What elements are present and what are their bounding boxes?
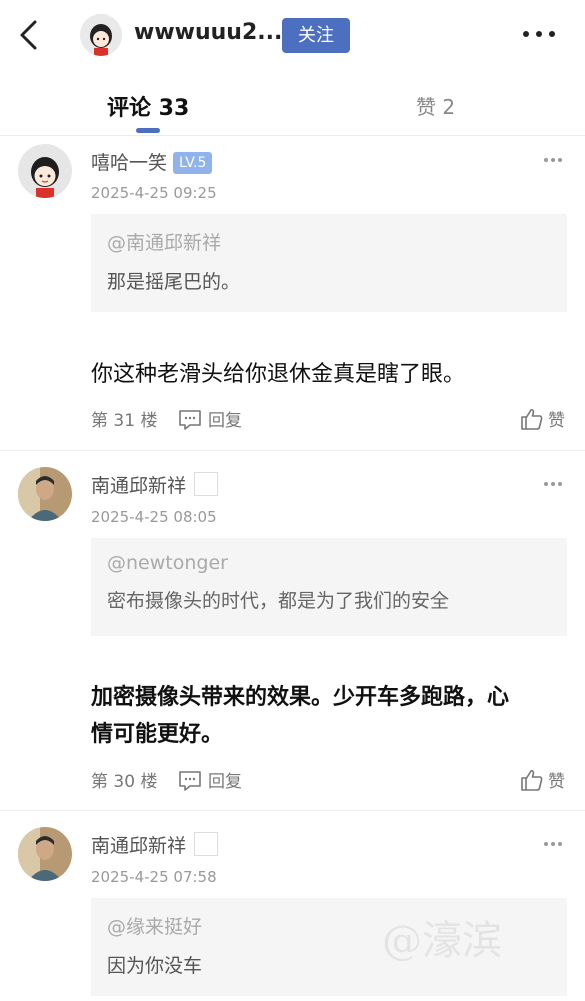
comment-timestamp: 2025-4-25 08:05: [91, 508, 217, 526]
reply-icon: [179, 771, 201, 791]
tab-comments[interactable]: 评论 33: [107, 90, 189, 122]
reply-icon: [179, 410, 201, 430]
more-horizontal-icon[interactable]: [521, 24, 557, 44]
top-nav-bar: wwwuuu2... 关注: [0, 0, 585, 72]
watermark: @濠滨: [382, 918, 502, 964]
comment-body-line: 情可能更好。: [91, 722, 224, 747]
more-icon[interactable]: [543, 840, 563, 848]
comment-item: 南通邱新祥 2025-4-25 08:05 @newtonger 密布摄像头的时…: [0, 451, 585, 809]
like-button[interactable]: 赞: [520, 406, 565, 431]
floor-number: 第 30 楼: [91, 772, 158, 792]
reply-button[interactable]: 回复: [178, 406, 242, 431]
comment-timestamp: 2025-4-25 09:25: [91, 184, 217, 202]
quoted-comment[interactable]: @南通邱新祥 那是摇尾巴的。: [91, 214, 567, 312]
more-icon[interactable]: [543, 156, 563, 164]
active-tab-indicator: [136, 128, 160, 133]
like-button[interactable]: 赞: [520, 767, 565, 792]
quoted-handle: @newtonger: [107, 552, 228, 574]
user-badge-placeholder: [194, 472, 219, 496]
comment-timestamp: 2025-4-25 07:58: [91, 868, 217, 886]
username-text: 南通邱新祥: [91, 835, 187, 857]
header-avatar[interactable]: [80, 14, 122, 56]
avatar[interactable]: [18, 144, 72, 198]
quoted-text: 那是摇尾巴的。: [107, 271, 241, 293]
reply-label: 回复: [208, 411, 242, 431]
chevron-left-icon[interactable]: [14, 18, 44, 52]
username-text: 南通邱新祥: [91, 475, 187, 497]
comment-item: 南通邱新祥 2025-4-25 07:58 @缘来挺好 因为你没车: [0, 811, 585, 1001]
quoted-comment[interactable]: @newtonger 密布摄像头的时代，都是为了我们的安全: [91, 538, 567, 636]
comment-body-line: 加密摄像头带来的效果。少开车多跑路，心: [91, 685, 510, 710]
reply-button[interactable]: 回复: [178, 767, 242, 792]
reply-label: 回复: [208, 772, 242, 792]
floor-number: 第 31 楼: [91, 411, 158, 431]
user-badge-placeholder: [194, 832, 219, 856]
comment-username[interactable]: 嘻哈一笑 LV.5: [91, 148, 213, 175]
avatar[interactable]: [18, 827, 72, 881]
username-text: 嘻哈一笑: [91, 152, 168, 174]
thumbs-up-icon: [521, 769, 543, 791]
comment-username[interactable]: 南通邱新祥: [91, 831, 219, 858]
follow-button[interactable]: 关注: [282, 18, 350, 53]
thumbs-up-icon: [521, 408, 543, 430]
like-label: 赞: [548, 411, 565, 431]
tab-bar: 评论 33 赞 2: [0, 72, 585, 136]
level-badge: LV.5: [173, 152, 213, 174]
quoted-text: 密布摄像头的时代，都是为了我们的安全: [107, 590, 450, 612]
comment-item: 嘻哈一笑 LV.5 2025-4-25 09:25 @南通邱新祥 那是摇尾巴的。 …: [0, 136, 585, 450]
comment-body: 加密摄像头带来的效果。少开车多跑路，心 情可能更好。: [91, 679, 571, 753]
more-icon[interactable]: [543, 480, 563, 488]
avatar[interactable]: [18, 467, 72, 521]
header-username[interactable]: wwwuuu2...: [134, 20, 282, 45]
comment-body: 你这种老滑头给你退休金真是瞎了眼。: [91, 362, 466, 387]
quoted-handle: @南通邱新祥: [107, 232, 222, 254]
like-label: 赞: [548, 772, 565, 792]
comment-username[interactable]: 南通邱新祥: [91, 471, 219, 498]
tab-likes[interactable]: 赞 2: [416, 91, 455, 120]
